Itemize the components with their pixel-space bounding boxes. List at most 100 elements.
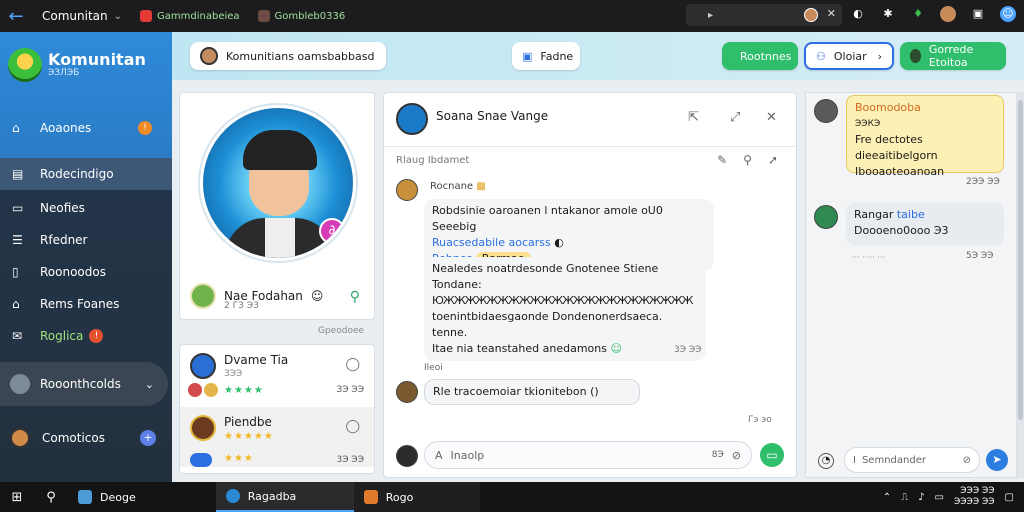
avatar [190,283,216,309]
brand: Komunitan ЭЗЛЭБ [0,32,172,82]
back-arrow-icon[interactable]: ← [0,6,32,27]
sidebar-item-rooms[interactable]: ▯ Roonoodos [0,256,172,288]
side-input-placeholder: Semndander [861,454,926,466]
header-button-3[interactable]: Gorrede Etoitoa [900,42,1006,70]
tab-2[interactable]: Gombleb0336 [257,10,345,22]
message-text: Itae nia teanstahed anedamons [432,342,607,355]
profile-avatar[interactable]: ∂ [200,105,356,261]
page-icon: ▣ [522,49,533,63]
header-button-1[interactable]: Rootnnes [722,42,798,70]
system-tray: ⌃ ⎍ ♪ ▭ ЭЭЭ ЭЭ ЭЭЭЭ ЭЭ ▢ [883,486,1014,508]
battery-icon[interactable]: ▭ [935,492,944,503]
mini-avatars [188,383,218,397]
side-chat-panel: Boomodoba ЭЭКЭ Fre dectotes dieeaitibelg… [805,92,1017,478]
house-icon: ⌂ [12,297,20,311]
settings-icon[interactable]: ✱ [880,6,896,22]
extension-icon[interactable]: ♦ [910,6,926,22]
chat-actions: ✎ ⚲ ➚ [717,153,778,167]
address-bar[interactable]: ▸ ✕ [686,4,842,26]
attach-icon[interactable]: ⊘ [732,449,741,462]
attach-icon[interactable]: ✎ [717,153,727,167]
taskbar-item-3[interactable]: Rogo [353,482,480,512]
pin-icon[interactable]: ⚲ [743,153,752,167]
avatar [190,415,216,441]
volume-icon[interactable]: ♪ [918,492,924,503]
center-button[interactable]: ▣ Fadne [512,42,580,70]
notification-icon[interactable]: ▢ [1005,492,1014,503]
expand-icon[interactable]: ⤢ [730,110,740,125]
close-icon[interactable]: ✕ [766,110,777,125]
attach-icon[interactable]: ⊘ [963,455,971,466]
edit-icon[interactable]: ∂ [319,218,345,244]
taskbar-item-label: Ragadba [247,489,297,503]
clock[interactable]: ЭЭЭ ЭЭ ЭЭЭЭ ЭЭ [954,486,995,508]
character-count: 8Э [711,450,724,460]
sidebar-item-games[interactable]: ⌂ Rems Foanes [0,288,172,320]
sidebar-item-feed[interactable]: ☰ Rfedner [0,224,172,256]
message-bubble: Rangar taibe Doooeno0ooo Э3 [846,203,1004,245]
clock-time: ЭЭЭ ЭЭ [960,486,995,496]
avatar-hair [243,130,317,170]
taskbar-item-2[interactable]: Ragadba [215,482,354,512]
emoji-icon: ☺ [610,342,622,355]
message-link[interactable]: Ruacsedabile aocarss [432,236,551,249]
chevron-up-icon[interactable]: ⌃ [883,492,891,503]
list-icon: ☰ [12,233,23,247]
rating-stars: ★★★ [224,453,254,464]
tab-1[interactable]: Gammdinabeiea [140,10,240,22]
window-icon[interactable]: ▣ [970,6,986,22]
taskbar: ⊞ ⚲ Deoge Ragadba Rogo ⌃ ⎍ ♪ ▭ ЭЭЭ ЭЭ ЭЭ… [0,482,1024,512]
chat-bubble-icon[interactable]: ◯ [345,419,360,434]
chat-bubble-icon[interactable]: ◯ [345,357,360,372]
message-input[interactable]: A Inaolp 8Э ⊘ [424,441,752,469]
avatar[interactable] [804,8,818,22]
contact-name: Piendbe [224,415,272,429]
inbox-icon: ▤ [12,167,24,181]
search-icon[interactable]: ⚲ [350,289,360,305]
close-icon[interactable]: ✕ [827,7,836,20]
emoji-icon[interactable]: ◔ [818,453,834,469]
message-text: Robdsinie oaroanen l ntakanor amole oU0 … [432,204,663,233]
message-text: toenintbidaesgaonde Dondenonerdsaeca. te… [432,310,663,339]
avatar [814,99,838,123]
sidebar-item-home[interactable]: ⌂ Aoaones ! [0,112,172,144]
header-dropdown[interactable]: ⚇ Oloiar › [804,42,894,70]
network-icon[interactable]: ⎍ [901,492,908,503]
account-icon[interactable]: ☺ [1000,6,1016,22]
contact-name: Dvame Tia [224,353,289,367]
scrollbar-thumb[interactable] [1018,100,1023,420]
scrollbar[interactable] [1017,92,1024,478]
avatar[interactable] [940,6,956,22]
app-icon [363,490,378,504]
pin-icon[interactable]: ⇱ [688,110,699,125]
sidebar-item-messages[interactable]: ▤ Rodecindigo [0,158,172,190]
sidebar-item-replies[interactable]: ✉ Roglica ! [0,320,172,352]
people-icon: ⚇ [816,49,826,63]
list-item[interactable]: Dvame Tia 3ЭЭ ★★★★ ◯ ЗЭ ЭЭ [180,345,374,405]
sidebar-group[interactable]: Rooonthcolds ⌄ [0,362,168,406]
community-selector[interactable]: Komunitians oamsbabbasd [190,42,386,70]
sidebar-item-label: Rems Foanes [40,297,120,311]
mail-icon: ✉ [12,329,23,343]
send-button[interactable]: ➤ [986,449,1008,471]
send-button[interactable]: ▭ [760,443,784,467]
message-input-placeholder: Inaolp [450,448,485,462]
window-title[interactable]: Comunitan ⌄ [42,9,122,23]
list-item[interactable]: ★★★ 3Э ЭЭ [180,449,374,475]
rating-stars: ★★★★★ [224,431,274,442]
start-icon[interactable]: ⊞ [0,490,34,505]
add-icon[interactable]: + [140,430,156,446]
side-message-input[interactable]: I Semndander ⊘ [844,447,980,473]
share-icon[interactable]: ➚ [768,153,778,167]
moon-icon[interactable]: ◐ [850,6,866,22]
header-dropdown-label: Oloiar [833,49,867,63]
sidebar-item-news[interactable]: ▭ Neofies [0,192,172,224]
sidebar-item-contacts[interactable]: Comoticos + [0,422,172,454]
message-bubble: Boomodoba ЭЭКЭ Fre dectotes dieeaitibelg… [846,95,1004,178]
chat-title: Soana Snae Vange [436,109,549,123]
search-icon[interactable]: ⚲ [34,490,68,505]
avatar[interactable] [396,103,428,135]
contact-list: Dvame Tia 3ЭЭ ★★★★ ◯ ЗЭ ЭЭ Piendbe ★★★★★… [179,344,375,474]
taskbar-item-1[interactable]: Deoge [68,482,146,512]
app-icon [140,10,153,22]
